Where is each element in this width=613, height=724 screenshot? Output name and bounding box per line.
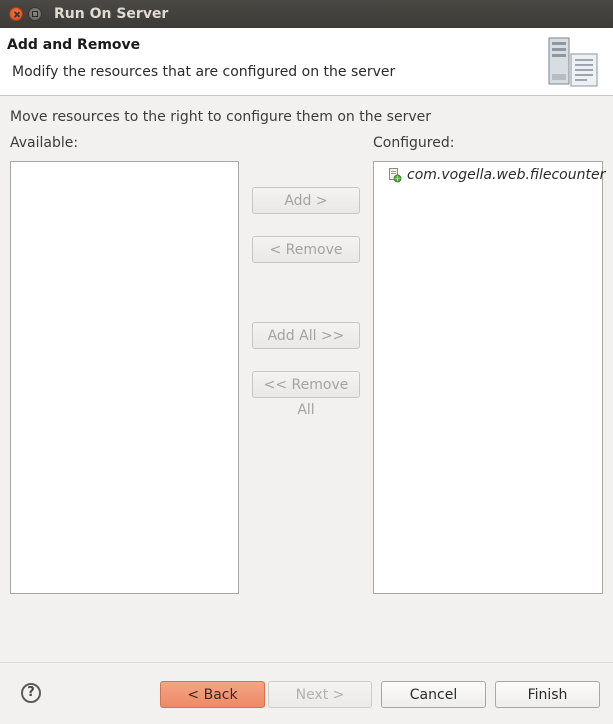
wizard-banner: Add and Remove Modify the resources that… bbox=[0, 28, 613, 96]
cancel-button[interactable]: Cancel bbox=[381, 681, 486, 708]
instruction-text: Move resources to the right to configure… bbox=[10, 109, 431, 125]
page-title: Add and Remove bbox=[7, 37, 141, 53]
configured-label: Configured: bbox=[373, 135, 455, 151]
remove-all-button[interactable]: << Remove All bbox=[252, 371, 360, 418]
add-all-button[interactable]: Add All >> bbox=[252, 322, 360, 349]
next-button[interactable]: Next > bbox=[268, 681, 372, 708]
footer-divider bbox=[0, 662, 613, 663]
list-item-label: com.vogella.web.filecounter bbox=[407, 167, 606, 183]
help-icon[interactable]: ? bbox=[21, 683, 41, 703]
window-title: Run On Server bbox=[54, 6, 169, 22]
available-label: Available: bbox=[10, 135, 79, 151]
run-on-server-dialog: Run On Server Add and Remove Modify the … bbox=[0, 0, 613, 724]
server-icon bbox=[541, 34, 607, 90]
page-description: Modify the resources that are configured… bbox=[12, 64, 396, 80]
close-icon[interactable] bbox=[9, 7, 23, 21]
list-item[interactable]: com.vogella.web.filecounter bbox=[388, 165, 605, 185]
title-bar: Run On Server bbox=[0, 0, 613, 28]
remove-button[interactable]: < Remove bbox=[252, 236, 360, 263]
back-button[interactable]: < Back bbox=[160, 681, 265, 708]
maximize-icon[interactable] bbox=[28, 7, 42, 21]
finish-button[interactable]: Finish bbox=[495, 681, 600, 708]
web-project-icon bbox=[389, 168, 402, 183]
configured-list[interactable]: com.vogella.web.filecounter bbox=[373, 161, 605, 594]
add-button[interactable]: Add > bbox=[252, 187, 360, 214]
available-list[interactable] bbox=[10, 161, 239, 594]
